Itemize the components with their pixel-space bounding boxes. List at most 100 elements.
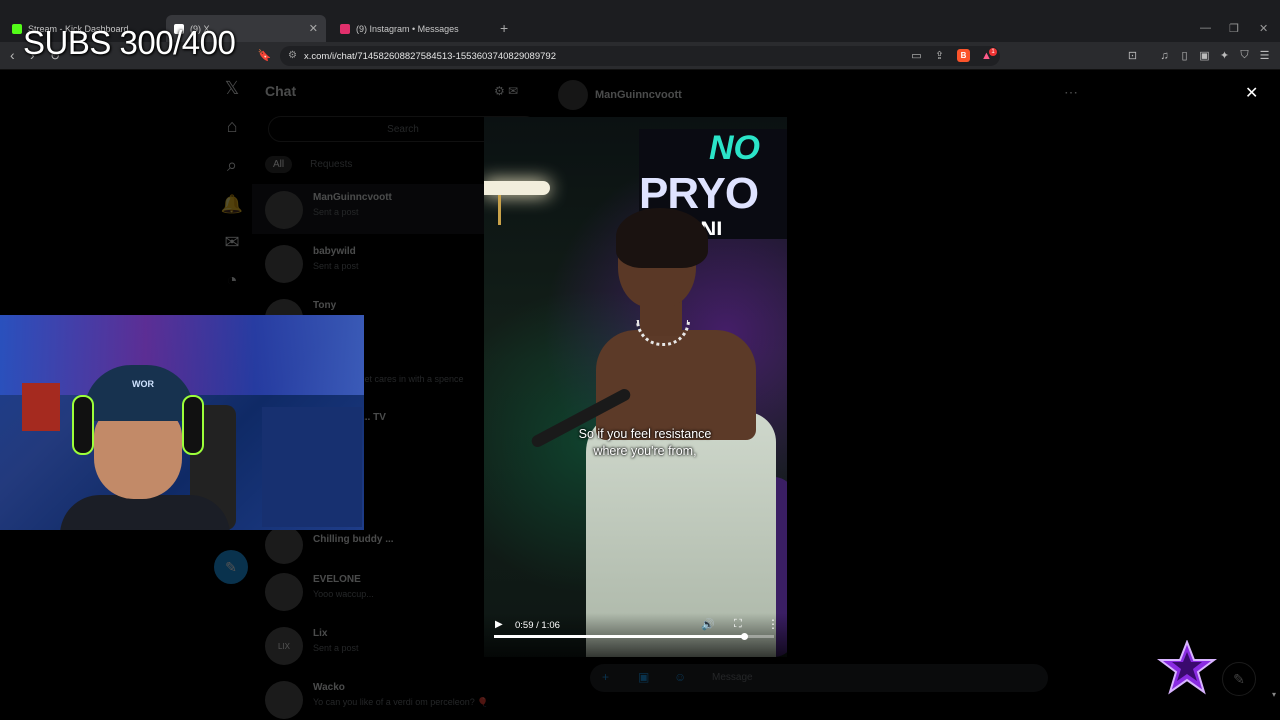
site-info-icon[interactable]: ⚙: [288, 50, 297, 61]
vpn-icon[interactable]: ⛉: [1238, 49, 1251, 62]
cap-logo: WOR: [132, 379, 154, 389]
streamer: WOR: [60, 365, 230, 530]
avatar: LIX: [265, 627, 303, 665]
progress-handle[interactable]: [741, 633, 749, 640]
caption-line: So if you feel resistance: [578, 427, 712, 441]
conversation-name: EVELONE: [313, 574, 361, 585]
share-icon[interactable]: ⇪: [933, 49, 946, 62]
close-tab-icon[interactable]: ✕: [309, 22, 318, 35]
emoji-icon[interactable]: ☺: [674, 670, 686, 684]
avatar: [265, 526, 303, 564]
conversation-name: Chilling buddy ...: [313, 534, 394, 545]
add-icon[interactable]: +: [602, 670, 609, 684]
progress-fill: [494, 635, 745, 638]
avatar: [265, 245, 303, 283]
chat-settings-icon[interactable]: ⚙ ✉: [494, 84, 518, 98]
wallet-icon[interactable]: ▣: [1198, 49, 1211, 62]
new-tab-button[interactable]: +: [500, 20, 508, 36]
media-upload-icon[interactable]: ▣: [638, 670, 649, 684]
close-viewer-icon[interactable]: ✕: [1245, 83, 1258, 103]
headphone-left: [72, 395, 94, 455]
compose-message-button[interactable]: ✎: [1222, 662, 1256, 696]
brave-shields-icon[interactable]: B: [957, 49, 970, 62]
home-icon[interactable]: ⌂: [220, 116, 244, 140]
back-icon[interactable]: ‹: [10, 47, 15, 63]
conversation-name: ManGuinncvoott: [313, 192, 392, 203]
face: [94, 409, 182, 499]
tab-search-icon[interactable]: ⊡: [1126, 49, 1139, 62]
notifications-icon[interactable]: 🔔: [220, 194, 244, 218]
maximize-icon[interactable]: ❐: [1229, 22, 1239, 35]
thread-name: ManGuinncvoott: [595, 89, 682, 101]
bookmark-icon[interactable]: 🔖: [258, 49, 272, 62]
conversation-preview: Yo can you like of a verdi om perceleon?…: [313, 697, 489, 707]
subscriber-goal: SUBS 300/400: [23, 24, 236, 61]
wall-poster: [22, 383, 60, 431]
tab-instagram[interactable]: (9) Instagram • Messages: [332, 15, 492, 42]
conversation-preview: Sent a post: [313, 261, 359, 271]
sign-word-no: NO: [709, 129, 760, 167]
thread-header: ManGuinncvoott ⋯: [558, 80, 1078, 112]
channel-star-logo: [1157, 640, 1217, 695]
lamp-pole: [498, 195, 501, 225]
webcam-feed: WOR: [0, 315, 364, 530]
page-title: Chat: [265, 83, 297, 99]
sidebar-icon[interactable]: ▯: [1178, 49, 1191, 62]
address-bar[interactable]: ⚙ x.com/i/chat/714582608827584513-155360…: [280, 46, 1000, 66]
message-composer[interactable]: + ▣ ☺ Message: [590, 664, 1048, 692]
video-caption: So if you feel resistance where you're f…: [484, 426, 787, 460]
conversation-name: Lix: [313, 628, 328, 639]
shelf: [262, 407, 362, 527]
video-time: 0:59 / 1:06: [515, 620, 560, 631]
scroll-down-icon[interactable]: ▾: [1272, 690, 1276, 699]
tab-title: (9) Instagram • Messages: [356, 23, 459, 34]
chat-filters: All Requests: [265, 156, 360, 173]
conversation-name: Wacko: [313, 682, 345, 693]
conversation-name: babywild: [313, 246, 356, 257]
rewards-badge: 1: [989, 48, 997, 56]
messages-icon[interactable]: ✉: [220, 232, 244, 256]
volume-icon[interactable]: 🔊: [701, 618, 715, 631]
media-icon[interactable]: ♫: [1158, 49, 1171, 62]
conversation-preview: ...et cares in with a spence: [357, 374, 464, 384]
avatar: [558, 80, 588, 110]
compose-post-button[interactable]: ✎: [214, 550, 248, 584]
lamp: [484, 181, 550, 195]
fullscreen-icon[interactable]: ⛶: [734, 618, 742, 631]
grok-icon[interactable]: ◔: [220, 270, 244, 294]
shirt: [60, 495, 230, 530]
kick-icon: [12, 23, 22, 34]
play-icon[interactable]: ▶: [495, 619, 503, 630]
url-text: x.com/i/chat/714582608827584513-15536037…: [304, 50, 556, 62]
conversation-preview: Sent a post: [313, 207, 359, 217]
headphone-right: [182, 395, 204, 455]
video-progress-bar[interactable]: [494, 633, 774, 640]
conversation-name: ... TV: [362, 412, 386, 423]
avatar: [265, 573, 303, 611]
conversation-preview: Yooo waccup...: [313, 589, 374, 599]
leo-ai-icon[interactable]: ✦: [1218, 49, 1231, 62]
instagram-icon: [340, 23, 350, 34]
menu-icon[interactable]: ☰: [1258, 49, 1271, 62]
conversation-name: Tony: [313, 300, 337, 311]
x-logo-icon[interactable]: 𝕏: [220, 78, 244, 102]
more-icon[interactable]: ⋯: [1064, 84, 1078, 101]
avatar: [265, 191, 303, 229]
conversation-preview: Sent a post: [313, 643, 359, 653]
message-input[interactable]: Message: [712, 672, 753, 683]
explore-icon[interactable]: ⌕: [220, 155, 244, 179]
screen-root: { "browser": { "tabs": [ {"title": "Stre…: [0, 0, 1280, 720]
filter-requests[interactable]: Requests: [302, 156, 360, 173]
video-controls: ▶ 0:59 / 1:06 🔊 ⛶ ⋮: [484, 613, 787, 657]
avatar: [265, 681, 303, 719]
caption-line: where you're from,: [593, 444, 697, 458]
cap: WOR: [84, 365, 194, 421]
minimize-icon[interactable]: —: [1200, 22, 1211, 34]
close-window-icon[interactable]: ✕: [1259, 22, 1268, 35]
hair: [616, 208, 708, 268]
filter-all[interactable]: All: [265, 156, 293, 173]
video-player[interactable]: NO PRYO WARNI So if you feel resistance …: [484, 117, 787, 657]
conversation-item[interactable]: Wacko Yo can you like of a verdi om perc…: [252, 674, 552, 720]
cast-icon[interactable]: ▭: [910, 49, 923, 62]
more-options-icon[interactable]: ⋮: [767, 617, 779, 631]
